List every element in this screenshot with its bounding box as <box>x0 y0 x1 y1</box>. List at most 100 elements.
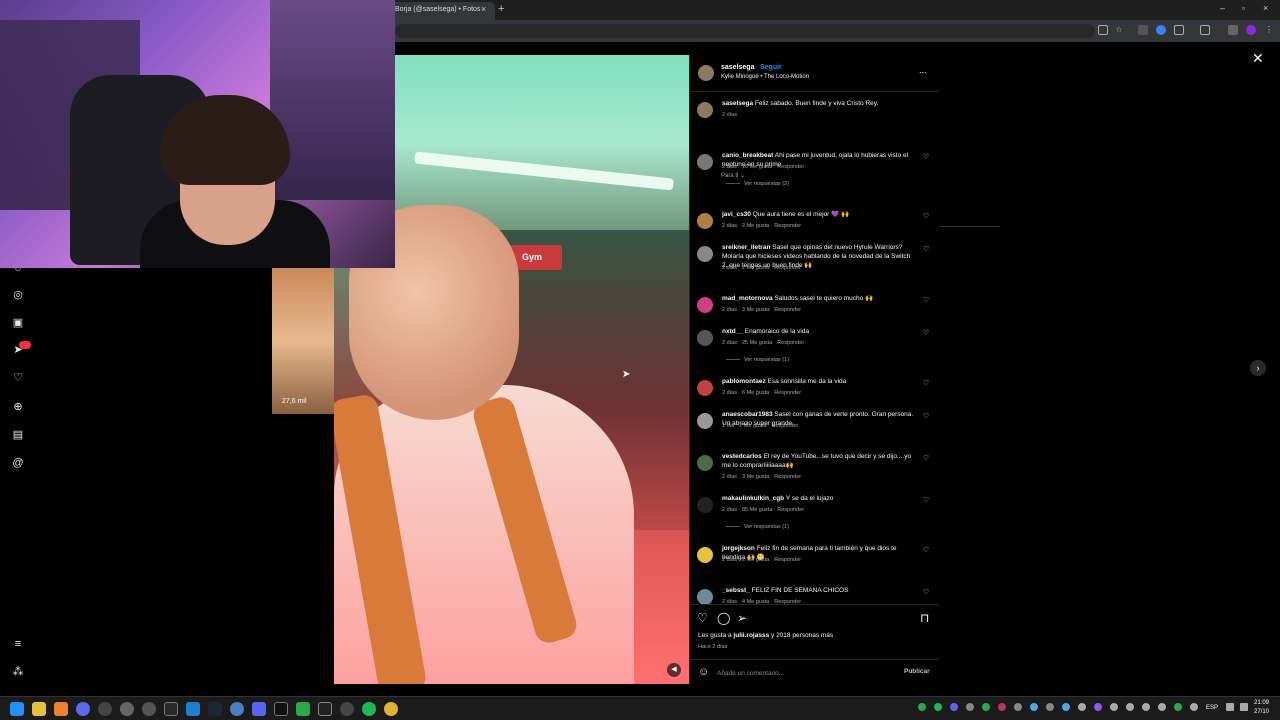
emoji-icon[interactable]: ☺ <box>698 666 709 678</box>
comment-user[interactable]: nxtd__ <box>722 328 743 335</box>
reply-button[interactable]: Responder <box>774 390 801 396</box>
new-tab-button[interactable]: + <box>498 3 504 15</box>
clock-date[interactable]: 27/10 <box>1254 709 1269 715</box>
tray-icon[interactable] <box>998 703 1006 711</box>
likes-summary[interactable]: Les gusta a julii.rojasss y 2018 persona… <box>698 632 833 639</box>
file-explorer-icon[interactable] <box>32 702 46 716</box>
reply-button[interactable]: Responder <box>771 423 798 429</box>
avatar[interactable] <box>697 413 713 429</box>
app-icon[interactable] <box>120 702 134 716</box>
extension-icon[interactable] <box>1156 25 1166 35</box>
tab-close-icon[interactable]: × <box>481 4 486 14</box>
view-replies-button[interactable]: Ver respuestas (1) <box>726 524 789 530</box>
app-icon[interactable] <box>76 702 90 716</box>
comment-likes[interactable]: 25 Me gusta <box>742 340 772 346</box>
app-icon[interactable] <box>340 702 354 716</box>
tray-icon[interactable] <box>934 703 942 711</box>
reply-button[interactable]: Responder <box>774 557 801 563</box>
comment-input[interactable] <box>717 667 887 679</box>
tray-icon[interactable] <box>1062 703 1070 711</box>
view-replies-button[interactable]: Ver respuestas (2) <box>726 181 789 187</box>
comment-likes[interactable]: 16 Me gusta <box>742 164 772 170</box>
app-icon[interactable] <box>230 702 244 716</box>
app-icon[interactable] <box>296 702 310 716</box>
profile-avatar[interactable] <box>1246 25 1256 35</box>
avatar[interactable] <box>697 246 713 262</box>
chevron-right-icon[interactable]: › <box>1250 360 1266 376</box>
comment-user[interactable]: canio_breakbeat <box>722 152 773 159</box>
heart-icon[interactable]: ♡ <box>697 611 708 625</box>
meta-icon[interactable]: ⁂ <box>11 665 25 679</box>
avatar[interactable] <box>697 297 713 313</box>
comment-likes[interactable]: 3 Me gusta <box>742 307 769 313</box>
app-icon[interactable] <box>142 702 156 716</box>
reply-button[interactable]: Responder <box>777 507 804 513</box>
discord-icon[interactable] <box>252 702 266 716</box>
view-replies-button[interactable]: Ver respuestas (1) <box>726 357 789 363</box>
heart-icon[interactable]: ♡ <box>923 412 929 420</box>
extension-icon[interactable] <box>1138 25 1148 35</box>
reply-button[interactable]: Responder <box>774 474 801 480</box>
comment-likes[interactable]: 2 Me gusta <box>742 223 769 229</box>
tray-icon[interactable] <box>1142 703 1150 711</box>
avatar[interactable] <box>697 455 713 471</box>
address-bar[interactable] <box>395 24 1095 38</box>
song-label[interactable]: Kylie Minogue • The Loco-Motion <box>721 74 809 80</box>
comment-user[interactable]: mad_motornova <box>722 295 773 302</box>
tray-icon[interactable] <box>1094 703 1102 711</box>
heart-icon[interactable]: ♡ <box>923 496 929 504</box>
avatar[interactable] <box>697 380 713 396</box>
star-icon[interactable]: ☆ <box>1114 25 1124 35</box>
comments-list[interactable]: saselsega Feliz sabado. Buen finde y viv… <box>690 95 939 605</box>
heart-icon[interactable]: ♡ <box>923 546 929 554</box>
heart-icon[interactable]: ♡ <box>923 454 929 462</box>
reels-icon[interactable]: ▣ <box>11 316 25 330</box>
avatar[interactable] <box>697 330 713 346</box>
comment-likes[interactable]: 85 Me gusta <box>742 507 772 513</box>
reply-button[interactable]: Responder <box>777 340 804 346</box>
comment-user[interactable]: jorgejkson <box>722 545 755 552</box>
app-icon[interactable] <box>54 702 68 716</box>
post-username[interactable]: saselsega <box>721 64 754 71</box>
puzzle-icon[interactable] <box>1174 25 1184 35</box>
app-icon[interactable] <box>164 702 178 716</box>
more-options-icon[interactable]: ... <box>919 65 927 75</box>
create-icon[interactable]: ⊕ <box>11 400 25 414</box>
bookmark-icon[interactable]: ⊓ <box>920 611 929 625</box>
heart-icon[interactable]: ♡ <box>923 588 929 596</box>
heart-icon[interactable]: ♡ <box>923 245 929 253</box>
tray-icon[interactable] <box>1174 703 1182 711</box>
send-icon[interactable]: ➢ <box>737 611 747 625</box>
heart-icon[interactable]: ♡ <box>923 296 929 304</box>
minimize-button[interactable]: – <box>1220 3 1225 13</box>
comment-likes[interactable]: 2 Me gusta <box>739 423 766 429</box>
comment-likes[interactable]: 6 Me gusta <box>742 390 769 396</box>
avatar[interactable] <box>697 102 713 118</box>
avatar[interactable] <box>697 154 713 170</box>
more-menu-icon[interactable]: ≡ <box>11 637 25 651</box>
close-window-button[interactable]: × <box>1263 3 1268 13</box>
tray-icon[interactable] <box>1078 703 1086 711</box>
tray-icon[interactable] <box>1014 703 1022 711</box>
windows-start-icon[interactable] <box>10 702 24 716</box>
reply-button[interactable]: Responder <box>777 164 804 170</box>
comment-user[interactable]: anaescobar1983 <box>722 411 773 418</box>
avatar[interactable] <box>698 65 714 81</box>
download-icon[interactable] <box>1200 25 1210 35</box>
reply-button[interactable]: Responder <box>774 265 801 271</box>
app-icon[interactable] <box>186 702 200 716</box>
heart-icon[interactable]: ♡ <box>923 379 929 387</box>
close-icon[interactable]: ✕ <box>1252 50 1264 67</box>
display-icon[interactable] <box>1226 703 1234 711</box>
language-indicator[interactable]: ESP <box>1206 705 1218 711</box>
comment-user[interactable]: makaulinkulkin_cgb <box>722 495 784 502</box>
speaker-icon[interactable]: ◀ <box>667 663 681 677</box>
notifications-icon[interactable]: ♡ <box>11 371 25 385</box>
comment-user[interactable]: vestedcarlos <box>722 453 762 460</box>
tray-icon[interactable] <box>1190 703 1198 711</box>
tray-icon[interactable] <box>950 703 958 711</box>
comment-likes[interactable]: 3 Me gusta <box>742 474 769 480</box>
tray-icon[interactable] <box>1110 703 1118 711</box>
tray-icon[interactable] <box>1126 703 1134 711</box>
spotify-icon[interactable] <box>362 702 376 716</box>
